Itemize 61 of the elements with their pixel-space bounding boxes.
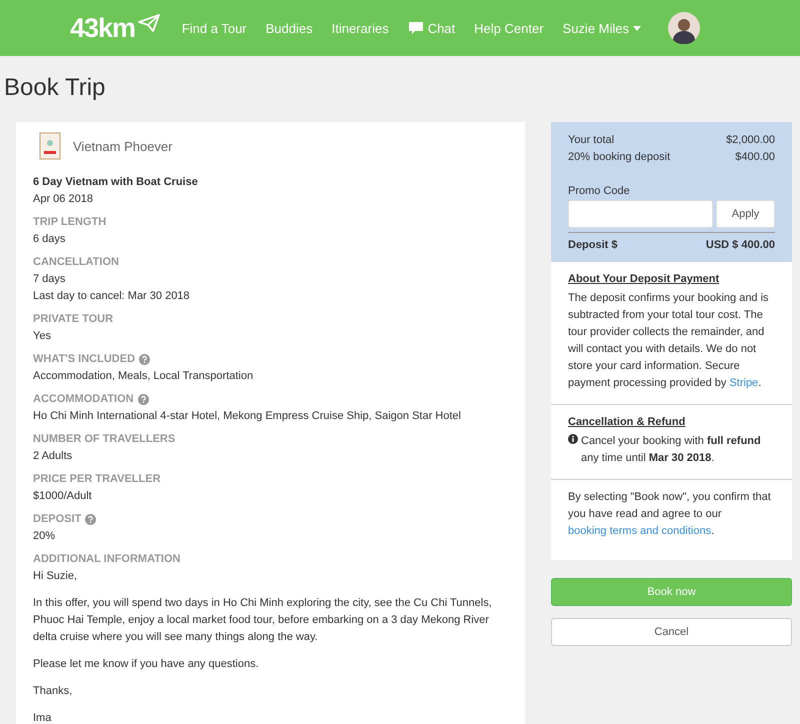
summary-label: Your total xyxy=(568,133,614,148)
field-value: 2 Adults xyxy=(33,449,74,464)
field-label: ADDITIONAL INFORMATION xyxy=(33,552,180,567)
summary-label: 20% booking deposit xyxy=(568,150,670,165)
logo[interactable]: 43km xyxy=(70,12,136,44)
field-value: 20% xyxy=(33,529,56,544)
section-title: Cancellation & Refund xyxy=(568,415,686,430)
message-paragraph: In this offer, you will spend two days in Ho Chi Minh exploring the city, see the Cu Chi Tunnels, Phuoc Hai Temple, enjoy a local market food tour, before embarking on a 3 day Mekong River delta cruise where you will see many things along the way. xyxy=(33,596,493,645)
cancel-button[interactable]: Cancel xyxy=(551,618,792,646)
page-title: Book Trip xyxy=(3,73,106,103)
nav-link[interactable]: Find a Tour xyxy=(182,20,247,36)
field-label: PRIVATE TOUR xyxy=(33,312,114,327)
promo-code-field[interactable] xyxy=(568,200,713,228)
caret-icon xyxy=(633,26,641,30)
trip-date: Apr 06 2018 xyxy=(33,192,94,207)
section-title: About Your Deposit Payment xyxy=(568,272,720,287)
info-icon xyxy=(568,434,578,444)
message-paragraph: Please let me know if you have any questions. xyxy=(33,657,260,672)
paper-plane-icon xyxy=(138,14,160,32)
nav-link[interactable]: Buddies xyxy=(266,20,313,36)
book-now-button[interactable]: Book now xyxy=(551,578,792,606)
field-label: PRICE PER TRAVELLER xyxy=(33,472,161,487)
message-paragraph: Hi Suzie, xyxy=(33,569,78,584)
summary-value: $400.00 xyxy=(735,150,775,165)
message-paragraph: Ima xyxy=(33,711,52,724)
field-value: Ho Chi Minh International 4-star Hotel, Mekong Empress Cruise Ship, Saigon Star Hotel xyxy=(33,409,462,424)
field-label: WHAT'S INCLUDED xyxy=(33,352,136,367)
terms-text: By selecting "Book now", you confirm that you have read and agree to our booking terms and conditions. xyxy=(568,490,772,539)
field-value: 6 days xyxy=(33,232,66,247)
field-label: DEPOSIT xyxy=(33,512,82,527)
apply-button[interactable]: Apply xyxy=(716,200,775,228)
field-label: CANCELLATION xyxy=(33,255,119,270)
provider-name: Vietnam Phoever xyxy=(73,138,172,154)
message-paragraph: Thanks, xyxy=(33,684,74,699)
avatar[interactable] xyxy=(668,12,700,44)
field-value: $1000/Adult xyxy=(33,489,93,504)
chat-icon xyxy=(408,21,424,35)
terms-link[interactable]: booking terms and conditions xyxy=(568,525,712,537)
nav-link[interactable]: Itineraries xyxy=(332,20,389,36)
field-value: Yes xyxy=(33,329,52,344)
stripe-link[interactable]: Stripe xyxy=(729,377,758,389)
field-label: NUMBER OF TRAVELLERS xyxy=(33,432,176,447)
nav-link[interactable]: Chat xyxy=(408,20,456,36)
field-label: TRIP LENGTH xyxy=(33,215,106,230)
summary-value: $2,000.00 xyxy=(726,133,775,148)
deposit-label: Deposit $ xyxy=(568,238,618,253)
book-icon xyxy=(39,132,61,160)
field-value: Accommodation, Meals, Local Transportation xyxy=(33,369,254,384)
user-menu[interactable]: Suzie Miles xyxy=(562,20,641,36)
help-icon xyxy=(138,394,149,405)
deposit-value: USD $ 400.00 xyxy=(706,238,775,253)
trip-name: 6 Day Vietnam with Boat Cruise xyxy=(33,175,199,190)
field-value: 7 days xyxy=(33,272,66,287)
field-label: ACCOMMODATION xyxy=(33,392,134,407)
promo-label: Promo Code xyxy=(568,184,630,199)
help-icon xyxy=(139,354,150,365)
nav-link[interactable]: Help Center xyxy=(474,20,544,36)
field-value: Last day to cancel: Mar 30 2018 xyxy=(33,289,191,304)
section-text: The deposit confirms your booking and is subtracted from your total tour cost. The tour provider collects the remainder, and will contact you with details. We do not store your card information. Secure payment processing provided by Stripe. xyxy=(568,291,770,391)
section-text: Cancel your booking with full refund any time until Mar 30 2018. xyxy=(581,434,762,466)
help-icon xyxy=(85,514,96,525)
